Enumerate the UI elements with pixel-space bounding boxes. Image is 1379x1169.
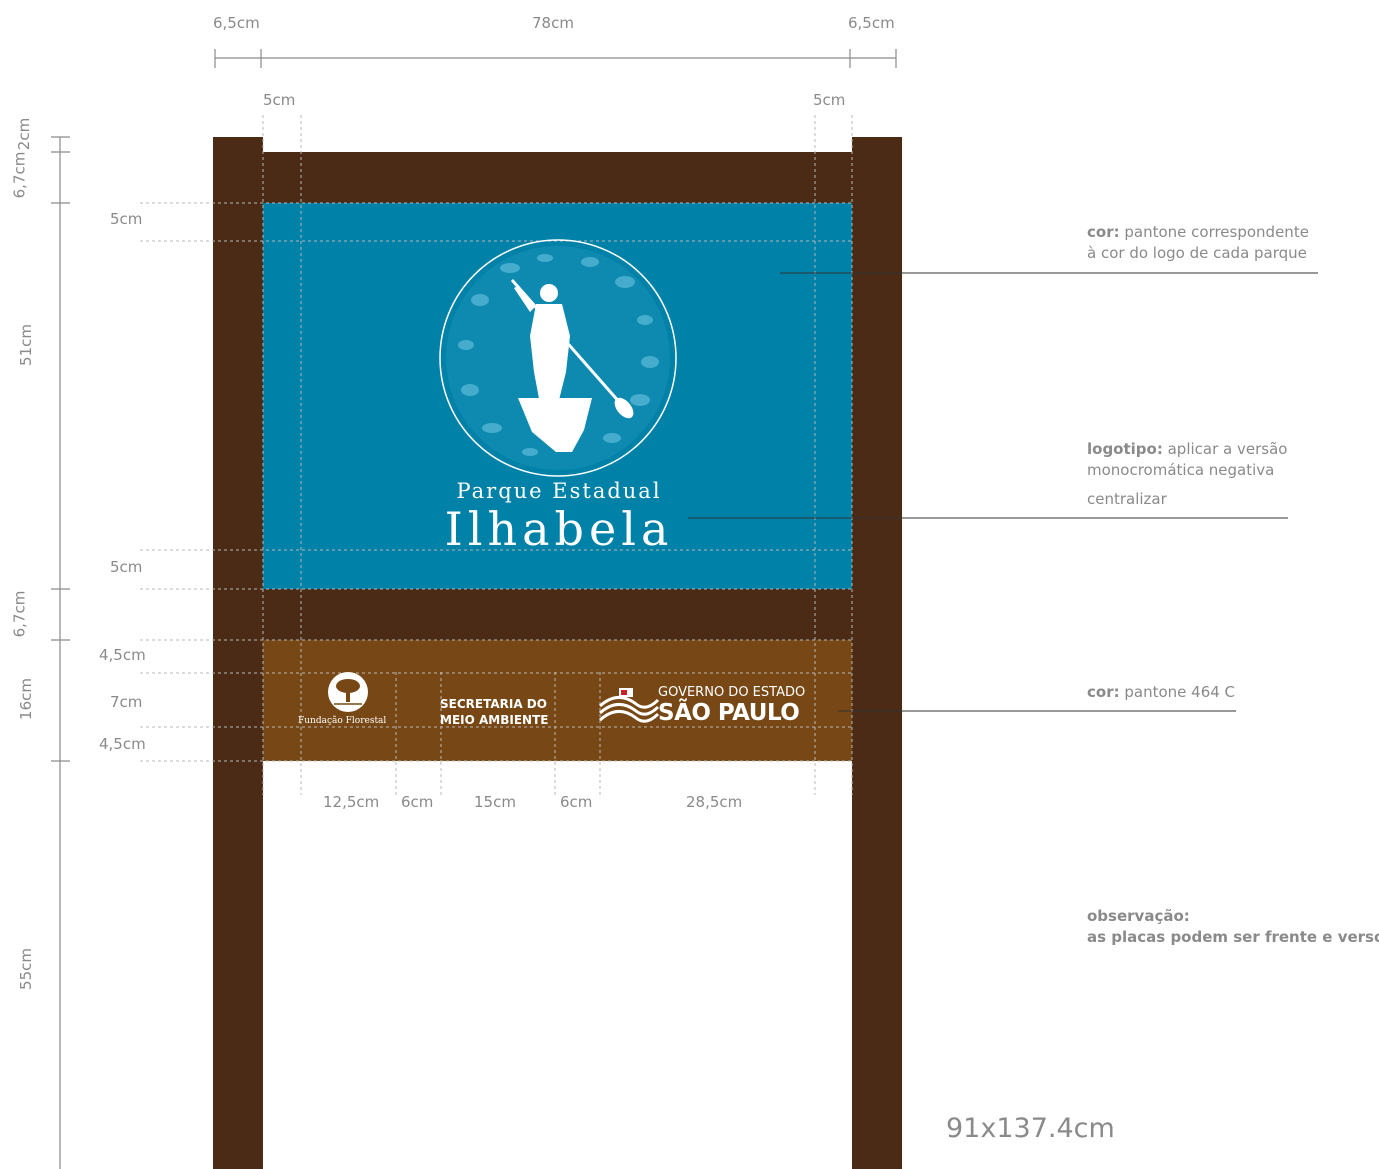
dim-inner-left-4-5cm-bottom: 4,5cm <box>99 735 146 753</box>
dim-inner-top-left: 5cm <box>263 91 296 109</box>
note-color-panel-label: cor: <box>1087 223 1120 241</box>
dim-bottom-28-5cm: 28,5cm <box>686 793 743 811</box>
governo-line2: SÃO PAULO <box>658 700 800 726</box>
note-color-panel: cor: pantone correspondente à cor do log… <box>1087 222 1309 264</box>
dim-left-2cm: 2cm <box>15 117 34 151</box>
note-logo-text3: centralizar <box>1087 490 1167 508</box>
dim-left-16cm: 16cm <box>16 678 35 720</box>
fundacao-florestal-label: Fundação Florestal <box>298 716 387 726</box>
note-logo-text2: monocromática negativa <box>1087 461 1275 479</box>
top-dimension-line <box>214 49 897 68</box>
note-logo-label: logotipo: <box>1087 440 1163 458</box>
note-observation-text: as placas podem ser frente e verso <box>1087 928 1379 946</box>
dim-left-55cm: 55cm <box>16 948 35 990</box>
dim-inner-left-7cm: 7cm <box>110 693 143 711</box>
note-color-panel-text2: à cor do logo de cada parque <box>1087 244 1307 262</box>
dim-top-center: 78cm <box>532 14 574 32</box>
dim-inner-top-right: 5cm <box>813 91 846 109</box>
dim-left-51cm: 51cm <box>16 324 35 366</box>
note-color-brown: cor: pantone 464 C <box>1087 682 1235 703</box>
note-observation-title: observação: <box>1087 907 1190 925</box>
park-title-line2: Ilhabela <box>444 502 674 556</box>
dim-top-right: 6,5cm <box>848 14 895 32</box>
note-color-brown-label: cor: <box>1087 683 1120 701</box>
sign-drawing <box>51 49 1318 1169</box>
dim-left-6-7cm-top: 6,7cm <box>10 151 29 199</box>
dim-inner-left-5cm-top: 5cm <box>110 210 143 228</box>
dim-inner-left-4-5cm-top: 4,5cm <box>99 646 146 664</box>
dim-left-6-7cm-mid: 6,7cm <box>10 590 29 638</box>
dim-bottom-15cm: 15cm <box>474 793 516 811</box>
note-logo: logotipo: aplicar a versão monocromática… <box>1087 439 1287 481</box>
dim-top-left: 6,5cm <box>213 14 260 32</box>
total-size-label: 91x137.4cm <box>946 1113 1115 1144</box>
note-color-panel-text1: pantone correspondente <box>1119 223 1309 241</box>
dim-inner-left-5cm-bottom: 5cm <box>110 558 143 576</box>
left-dimension-line <box>51 136 70 1169</box>
secretaria-line1: SECRETARIA DO <box>440 697 547 711</box>
tree-icon <box>328 672 368 712</box>
park-title-line1: Parque Estadual <box>456 479 662 503</box>
note-logo-text1: aplicar a versão <box>1162 440 1288 458</box>
dim-bottom-12-5cm: 12,5cm <box>323 793 380 811</box>
governo-line1: GOVERNO DO ESTADO <box>658 685 806 700</box>
note-observation: observação: as placas podem ser frente e… <box>1087 906 1379 948</box>
dim-bottom-6cm-a: 6cm <box>401 793 434 811</box>
dim-bottom-6cm-b: 6cm <box>560 793 593 811</box>
note-color-brown-text: pantone 464 C <box>1119 683 1236 701</box>
secretaria-line2: MEIO AMBIENTE <box>440 713 549 727</box>
